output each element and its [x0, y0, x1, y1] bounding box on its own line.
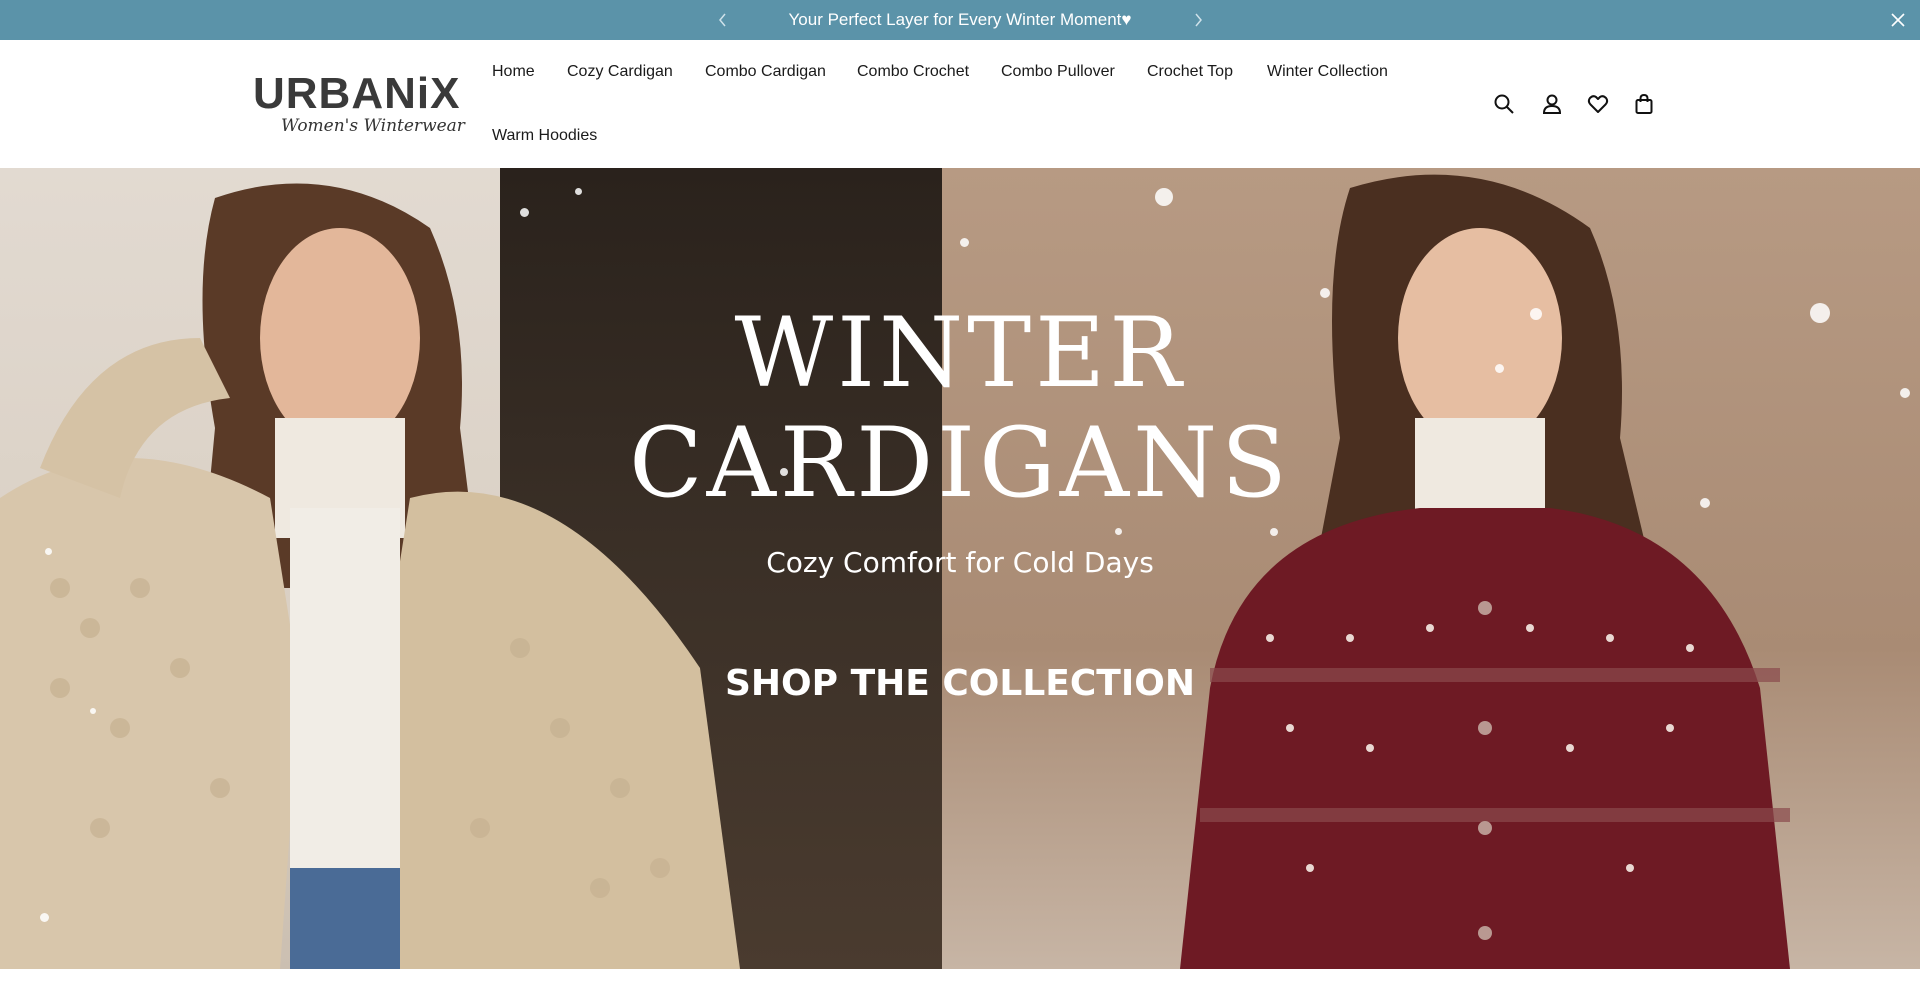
snowflake: [1530, 308, 1542, 320]
announcement-next-button[interactable]: [1186, 8, 1210, 32]
shop-collection-button[interactable]: SHOP THE COLLECTION: [725, 663, 1195, 704]
snowflake: [90, 708, 96, 714]
snowflake: [1155, 188, 1173, 206]
main-nav: Home Cozy Cardigan Combo Cardigan Combo …: [476, 40, 1416, 168]
nav-item-crochet-top[interactable]: Crochet Top: [1131, 62, 1249, 82]
hero-title-line1: WINTER: [734, 297, 1186, 409]
snowflake: [960, 238, 969, 247]
announcement-prev-button[interactable]: [711, 8, 735, 32]
wishlist-button[interactable]: [1584, 90, 1612, 118]
snowflake: [45, 548, 52, 555]
nav-item-cozy-cardigan[interactable]: Cozy Cardigan: [551, 62, 689, 82]
snowflake: [520, 208, 529, 217]
hero-text: WINTER CARDIGANS Cozy Comfort for Cold D…: [560, 298, 1360, 704]
logo[interactable]: URBANiX Women's Winterwear: [253, 68, 465, 148]
hero-banner[interactable]: WINTER CARDIGANS Cozy Comfort for Cold D…: [0, 168, 1920, 969]
site-header: URBANiX Women's Winterwear Home Cozy Car…: [0, 40, 1920, 168]
hero-title: WINTER CARDIGANS: [560, 298, 1360, 518]
cart-icon: [1635, 93, 1653, 114]
chevron-left-icon: [719, 13, 726, 27]
snowflake: [575, 188, 582, 195]
nav-item-combo-pullover[interactable]: Combo Pullover: [985, 62, 1131, 82]
close-icon: [1891, 13, 1905, 27]
snowflake: [1320, 288, 1330, 298]
snowflake: [1495, 364, 1504, 373]
wishlist-icon: [1587, 95, 1609, 113]
hero-subtitle: Cozy Comfort for Cold Days: [766, 546, 1154, 579]
announcement-close-button[interactable]: [1886, 8, 1910, 32]
nav-item-combo-crochet[interactable]: Combo Crochet: [841, 62, 985, 82]
logo-tagline: Women's Winterwear: [281, 116, 465, 136]
account-button[interactable]: [1538, 90, 1566, 118]
announcement-bar: Your Perfect Layer for Every Winter Mome…: [0, 0, 1920, 40]
snowflake: [40, 913, 49, 922]
snowflake: [1810, 303, 1830, 323]
account-icon: [1542, 94, 1562, 114]
logo-wordmark: URBANiX: [253, 69, 461, 118]
snowflake: [1700, 498, 1710, 508]
cart-button[interactable]: [1630, 90, 1658, 118]
chevron-right-icon: [1195, 13, 1202, 27]
search-icon: [1494, 94, 1514, 114]
nav-item-combo-cardigan[interactable]: Combo Cardigan: [689, 62, 842, 82]
announcement-message: Your Perfect Layer for Every Winter Mome…: [788, 10, 1132, 29]
nav-item-warm-hoodies[interactable]: Warm Hoodies: [476, 126, 613, 146]
snowflake: [1900, 388, 1910, 398]
nav-item-home[interactable]: Home: [476, 62, 551, 82]
hero-title-line2: CARDIGANS: [629, 407, 1291, 519]
search-button[interactable]: [1490, 90, 1518, 118]
nav-item-winter-collection[interactable]: Winter Collection: [1251, 62, 1404, 82]
